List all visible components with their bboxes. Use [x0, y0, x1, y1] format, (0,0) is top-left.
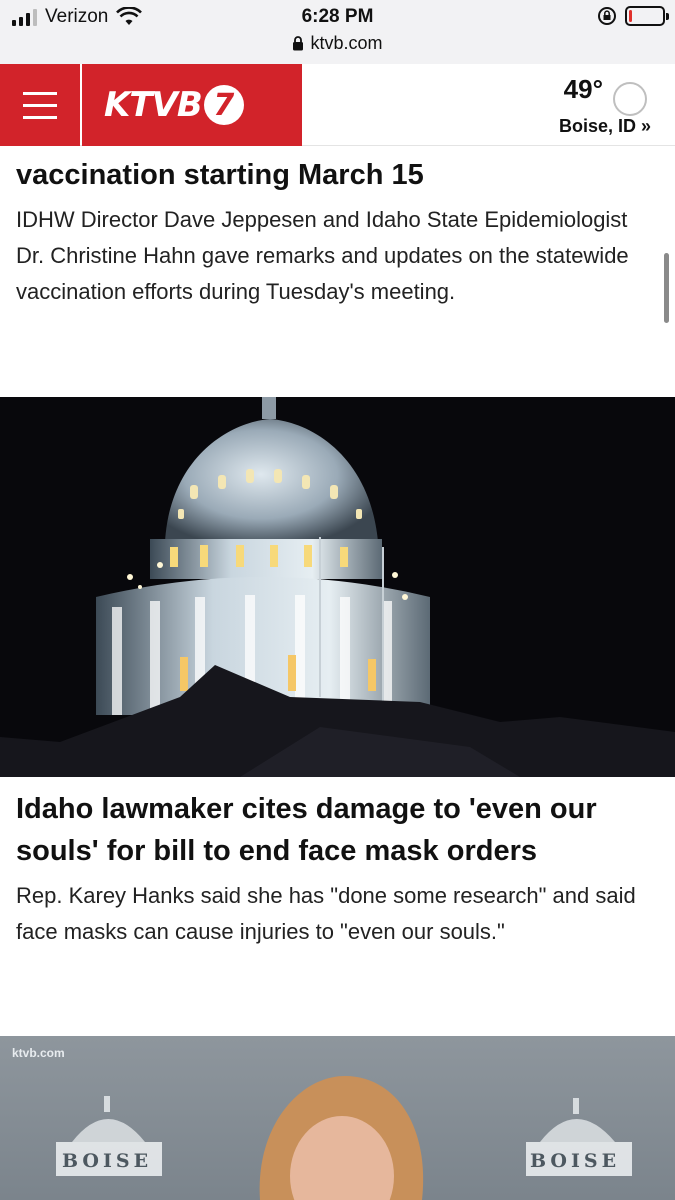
press-conference-illustration: [56, 1076, 632, 1200]
article-title[interactable]: Idaho lawmaker cites damage to 'even our…: [16, 788, 656, 872]
url-text: ktvb.com: [310, 33, 383, 53]
battery-icon: [625, 6, 669, 26]
article-description: Rep. Karey Hanks said she has "done some…: [16, 883, 636, 944]
article-description: IDHW Director Dave Jeppesen and Idaho St…: [16, 207, 629, 304]
temperature: 49°: [563, 74, 603, 104]
capitol-dome-illustration: [0, 397, 675, 777]
logo-wordmark: KTVB: [104, 85, 203, 125]
site-logo[interactable]: KTVB 7: [82, 64, 302, 146]
hamburger-icon-line: [23, 103, 57, 107]
seal-text-right: BOISE: [530, 1150, 621, 1172]
seal-text-left: BOISE: [62, 1150, 153, 1172]
hamburger-menu-button[interactable]: [0, 64, 80, 146]
location-link[interactable]: Boise, ID »: [559, 116, 651, 137]
address-bar[interactable]: ktvb.com: [0, 33, 675, 54]
logo-number: 7: [203, 85, 244, 125]
clock: 6:28 PM: [301, 6, 374, 27]
hamburger-icon-line: [23, 91, 57, 95]
site-header: KTVB 7 49° Boise, ID »: [0, 64, 675, 146]
hamburger-icon-line: [23, 115, 57, 119]
orientation-lock-icon: [598, 7, 616, 25]
padlock-icon: [293, 36, 304, 51]
weather-widget[interactable]: 49° Boise, ID »: [511, 72, 661, 138]
article-title[interactable]: vaccination starting March 15: [16, 156, 424, 194]
article-image-press-conference[interactable]: ktvb.com BOISE BOISE: [0, 1036, 675, 1200]
status-bar: Verizon 6:28 PM ktvb.com: [0, 0, 675, 64]
clear-night-icon: [613, 82, 647, 116]
scrollbar[interactable]: [664, 253, 669, 323]
article-image-capitol[interactable]: [0, 397, 675, 777]
